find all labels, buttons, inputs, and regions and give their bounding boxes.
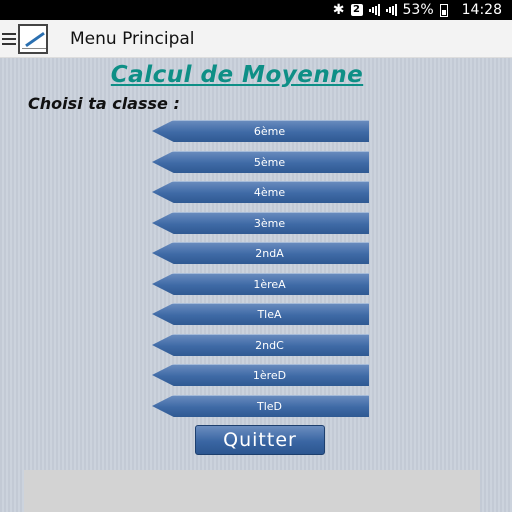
class-button-tlea[interactable]: TleA — [152, 303, 369, 325]
notepad-icon[interactable] — [18, 23, 48, 54]
bottom-panel — [24, 470, 480, 512]
class-button-5eme[interactable]: 5ème — [152, 151, 369, 173]
battery-icon — [439, 3, 448, 17]
signal-icon — [368, 4, 380, 16]
class-button-tled[interactable]: TleD — [152, 395, 369, 417]
quit-button[interactable]: Quitter — [195, 425, 325, 455]
class-button-4eme[interactable]: 4ème — [152, 181, 369, 203]
class-button-1erea[interactable]: 1èreA — [152, 273, 369, 295]
clock: 14:28 — [461, 2, 502, 18]
signal-icon-2 — [385, 4, 397, 16]
class-button-3eme[interactable]: 3ème — [152, 212, 369, 234]
hamburger-menu-icon[interactable] — [2, 32, 16, 45]
action-bar-title: Menu Principal — [70, 28, 195, 49]
subtitle: Choisi ta classe : — [28, 94, 180, 113]
sim-badge: 2 — [350, 4, 363, 16]
page-title: Calcul de Moyenne — [110, 62, 364, 88]
main-content: Calcul de Moyenne Choisi ta classe : 6èm… — [0, 58, 512, 512]
action-bar: Menu Principal — [0, 20, 512, 58]
battery-percent: 53% — [402, 2, 434, 18]
bluetooth-icon: ✱ — [332, 2, 345, 18]
class-button-2nda[interactable]: 2ndA — [152, 242, 369, 264]
class-button-1ered[interactable]: 1èreD — [152, 364, 369, 386]
class-button-6eme[interactable]: 6ème — [152, 120, 369, 142]
status-bar: ✱ 2 53% 14:28 — [0, 0, 512, 20]
class-button-2ndc[interactable]: 2ndC — [152, 334, 369, 356]
